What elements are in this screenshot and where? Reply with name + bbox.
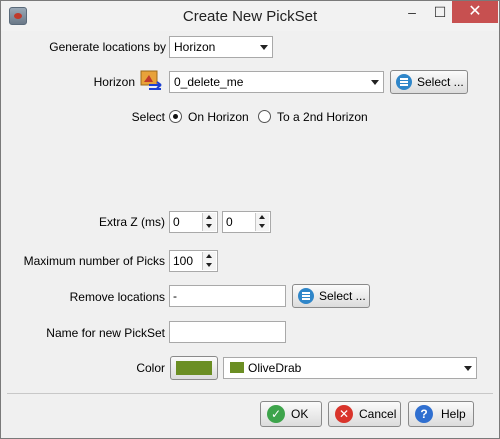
name-label: Name for new PickSet	[46, 326, 165, 340]
checkmark-icon: ✓	[267, 405, 285, 423]
generate-label: Generate locations by	[49, 40, 166, 54]
horizon-select[interactable]: 0_delete_me	[169, 71, 384, 93]
spin-up-icon[interactable]	[256, 213, 269, 222]
horizon-select-label: Select ...	[417, 75, 464, 89]
remove-select-label: Select ...	[319, 289, 366, 303]
radio-on-horizon[interactable]	[169, 110, 182, 123]
max-picks-label: Maximum number of Picks	[23, 254, 165, 268]
spin-down-icon[interactable]	[203, 261, 216, 270]
extra-z-label: Extra Z (ms)	[99, 215, 165, 229]
horizon-input-icon[interactable]	[140, 70, 164, 94]
extra-z-value-1: 0	[173, 215, 180, 229]
color-select[interactable]: OliveDrab	[223, 357, 477, 379]
spin-up-icon[interactable]	[203, 252, 216, 261]
title-bar: Create New PickSet – ☐ ✕	[1, 1, 499, 31]
horizon-value: 0_delete_me	[174, 75, 244, 89]
select-mode-label: Select	[131, 110, 165, 124]
spinner-arrows[interactable]	[255, 213, 269, 231]
help-label: Help	[441, 407, 466, 421]
color-select-swatch	[230, 362, 244, 373]
list-icon	[396, 74, 412, 90]
radio-second-horizon-label: To a 2nd Horizon	[277, 110, 368, 124]
color-label: Color	[136, 361, 165, 375]
chevron-down-icon	[260, 45, 268, 50]
max-picks-spinner[interactable]: 100	[169, 250, 218, 272]
cancel-label: Cancel	[359, 407, 397, 421]
cancel-icon: ✕	[335, 405, 353, 423]
remove-locations-label: Remove locations	[69, 290, 165, 304]
max-picks-value: 100	[173, 254, 194, 268]
remove-locations-value: -	[173, 289, 177, 303]
help-button[interactable]: ? Help	[408, 401, 474, 427]
minimize-button[interactable]: –	[398, 1, 426, 23]
extra-z-spinner-1[interactable]: 0	[169, 211, 218, 233]
color-swatch	[176, 361, 212, 375]
help-icon: ?	[415, 405, 433, 423]
spinner-arrows[interactable]	[202, 252, 216, 270]
remove-locations-select-button[interactable]: Select ...	[292, 284, 370, 308]
pickset-name-field[interactable]	[169, 321, 286, 343]
generate-by-value: Horizon	[174, 40, 216, 54]
remove-locations-field[interactable]: -	[169, 285, 286, 307]
color-swatch-button[interactable]	[170, 356, 218, 380]
ok-label: OK	[291, 407, 309, 421]
spinner-arrows[interactable]	[202, 213, 216, 231]
radio-second-horizon[interactable]	[258, 110, 271, 123]
cancel-button[interactable]: ✕ Cancel	[328, 401, 401, 427]
create-pickset-dialog: Create New PickSet – ☐ ✕ Generate locati…	[0, 0, 500, 439]
maximize-button[interactable]: ☐	[426, 1, 454, 23]
list-icon	[298, 288, 314, 304]
generate-by-select[interactable]: Horizon	[169, 36, 273, 58]
close-button[interactable]: ✕	[452, 1, 498, 23]
radio-on-horizon-label: On Horizon	[188, 110, 249, 124]
color-value: OliveDrab	[248, 361, 302, 375]
horizon-label: Horizon	[93, 75, 135, 89]
horizon-select-button[interactable]: Select ...	[390, 70, 468, 94]
footer-separator	[7, 393, 493, 394]
extra-z-value-2: 0	[226, 215, 233, 229]
extra-z-spinner-2[interactable]: 0	[222, 211, 271, 233]
spin-up-icon[interactable]	[203, 213, 216, 222]
chevron-down-icon	[371, 80, 379, 85]
chevron-down-icon	[464, 366, 472, 371]
spin-down-icon[interactable]	[203, 222, 216, 231]
spin-down-icon[interactable]	[256, 222, 269, 231]
ok-button[interactable]: ✓ OK	[260, 401, 322, 427]
